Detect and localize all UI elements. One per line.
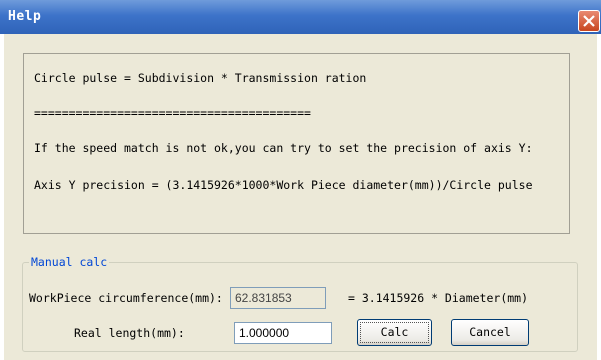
cancel-button[interactable]: Cancel (451, 319, 529, 346)
window-title: Help (8, 9, 42, 24)
help-line-circle-pulse: Circle pulse = Subdivision * Transmissio… (34, 71, 367, 85)
help-line-speed-match: If the speed match is not ok,you can try… (34, 141, 533, 155)
help-line-axis-precision: Axis Y precision = (3.1415926*1000*Work … (34, 178, 533, 192)
dialog-body: Circle pulse = Subdivision * Transmissio… (4, 34, 597, 360)
manual-calc-group: Manual calc WorkPiece circumference(mm):… (22, 255, 578, 352)
cancel-button-label: Cancel (469, 325, 511, 339)
formula-text: = 3.1415926 * Diameter(mm) (348, 291, 529, 305)
circumference-field: 62.831853 (230, 287, 326, 309)
help-separator: ======================================== (34, 106, 311, 120)
calc-button-label: Calc (380, 325, 409, 339)
close-icon (583, 15, 595, 27)
manual-calc-legend: Manual calc (29, 255, 110, 269)
close-button[interactable] (578, 10, 600, 32)
help-text-panel: Circle pulse = Subdivision * Transmissio… (23, 53, 570, 234)
real-length-input[interactable] (234, 322, 332, 344)
real-length-label: Real length(mm): (74, 326, 185, 340)
title-bar[interactable]: Help (0, 0, 601, 34)
circumference-label: WorkPiece circumference(mm): (29, 291, 223, 305)
calc-button[interactable]: Calc (357, 319, 432, 346)
